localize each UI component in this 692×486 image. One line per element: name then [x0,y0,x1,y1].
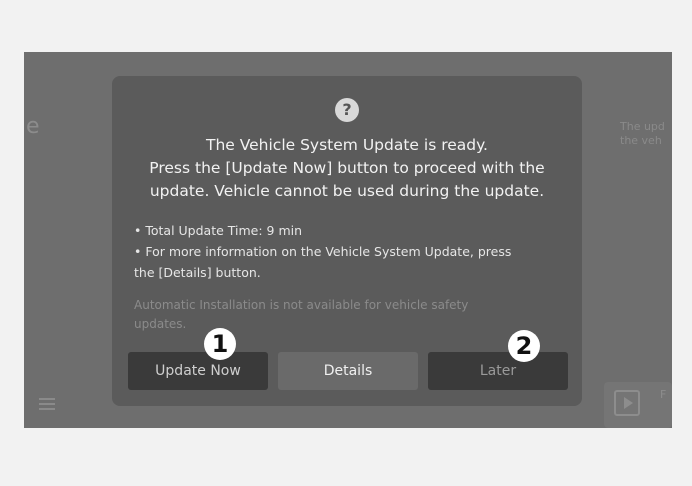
dialog-message: The Vehicle System Update is ready. Pres… [112,134,582,203]
note-line: Automatic Installation is not available … [134,298,469,312]
details-button[interactable]: Details [278,352,418,390]
callout-marker-1: 1 [204,328,236,360]
background-right-text: The upd the veh [620,120,672,148]
dialog-message-line: update. Vehicle cannot be used during th… [149,182,545,200]
play-icon [614,390,640,416]
dialog-info: • Total Update Time: 9 min • For more in… [134,220,574,283]
note-line: updates. [134,317,187,331]
info-line: the [Details] button. [134,265,261,280]
page: e The upd the veh F ? The Vehicle System… [0,0,692,486]
question-icon: ? [335,98,359,122]
callout-marker-2: 2 [508,330,540,362]
update-dialog: ? The Vehicle System Update is ready. Pr… [112,76,582,406]
menu-icon [39,398,55,410]
background-left-text: e [26,114,40,139]
background-tile-label: F [660,388,667,401]
info-line: • Total Update Time: 9 min [134,223,303,238]
info-line: • For more information on the Vehicle Sy… [134,244,512,259]
background-right-line: the veh [620,134,662,147]
background-right-line: The upd [620,120,665,133]
dialog-message-line: The Vehicle System Update is ready. [205,136,488,154]
dialog-note: Automatic Installation is not available … [134,296,564,334]
later-button[interactable]: Later [428,352,568,390]
background-media-tile: F [604,382,672,428]
update-now-button[interactable]: Update Now [128,352,268,390]
infotainment-screen: e The upd the veh F ? The Vehicle System… [24,52,672,428]
dialog-message-line: Press the [Update Now] button to proceed… [149,159,545,177]
